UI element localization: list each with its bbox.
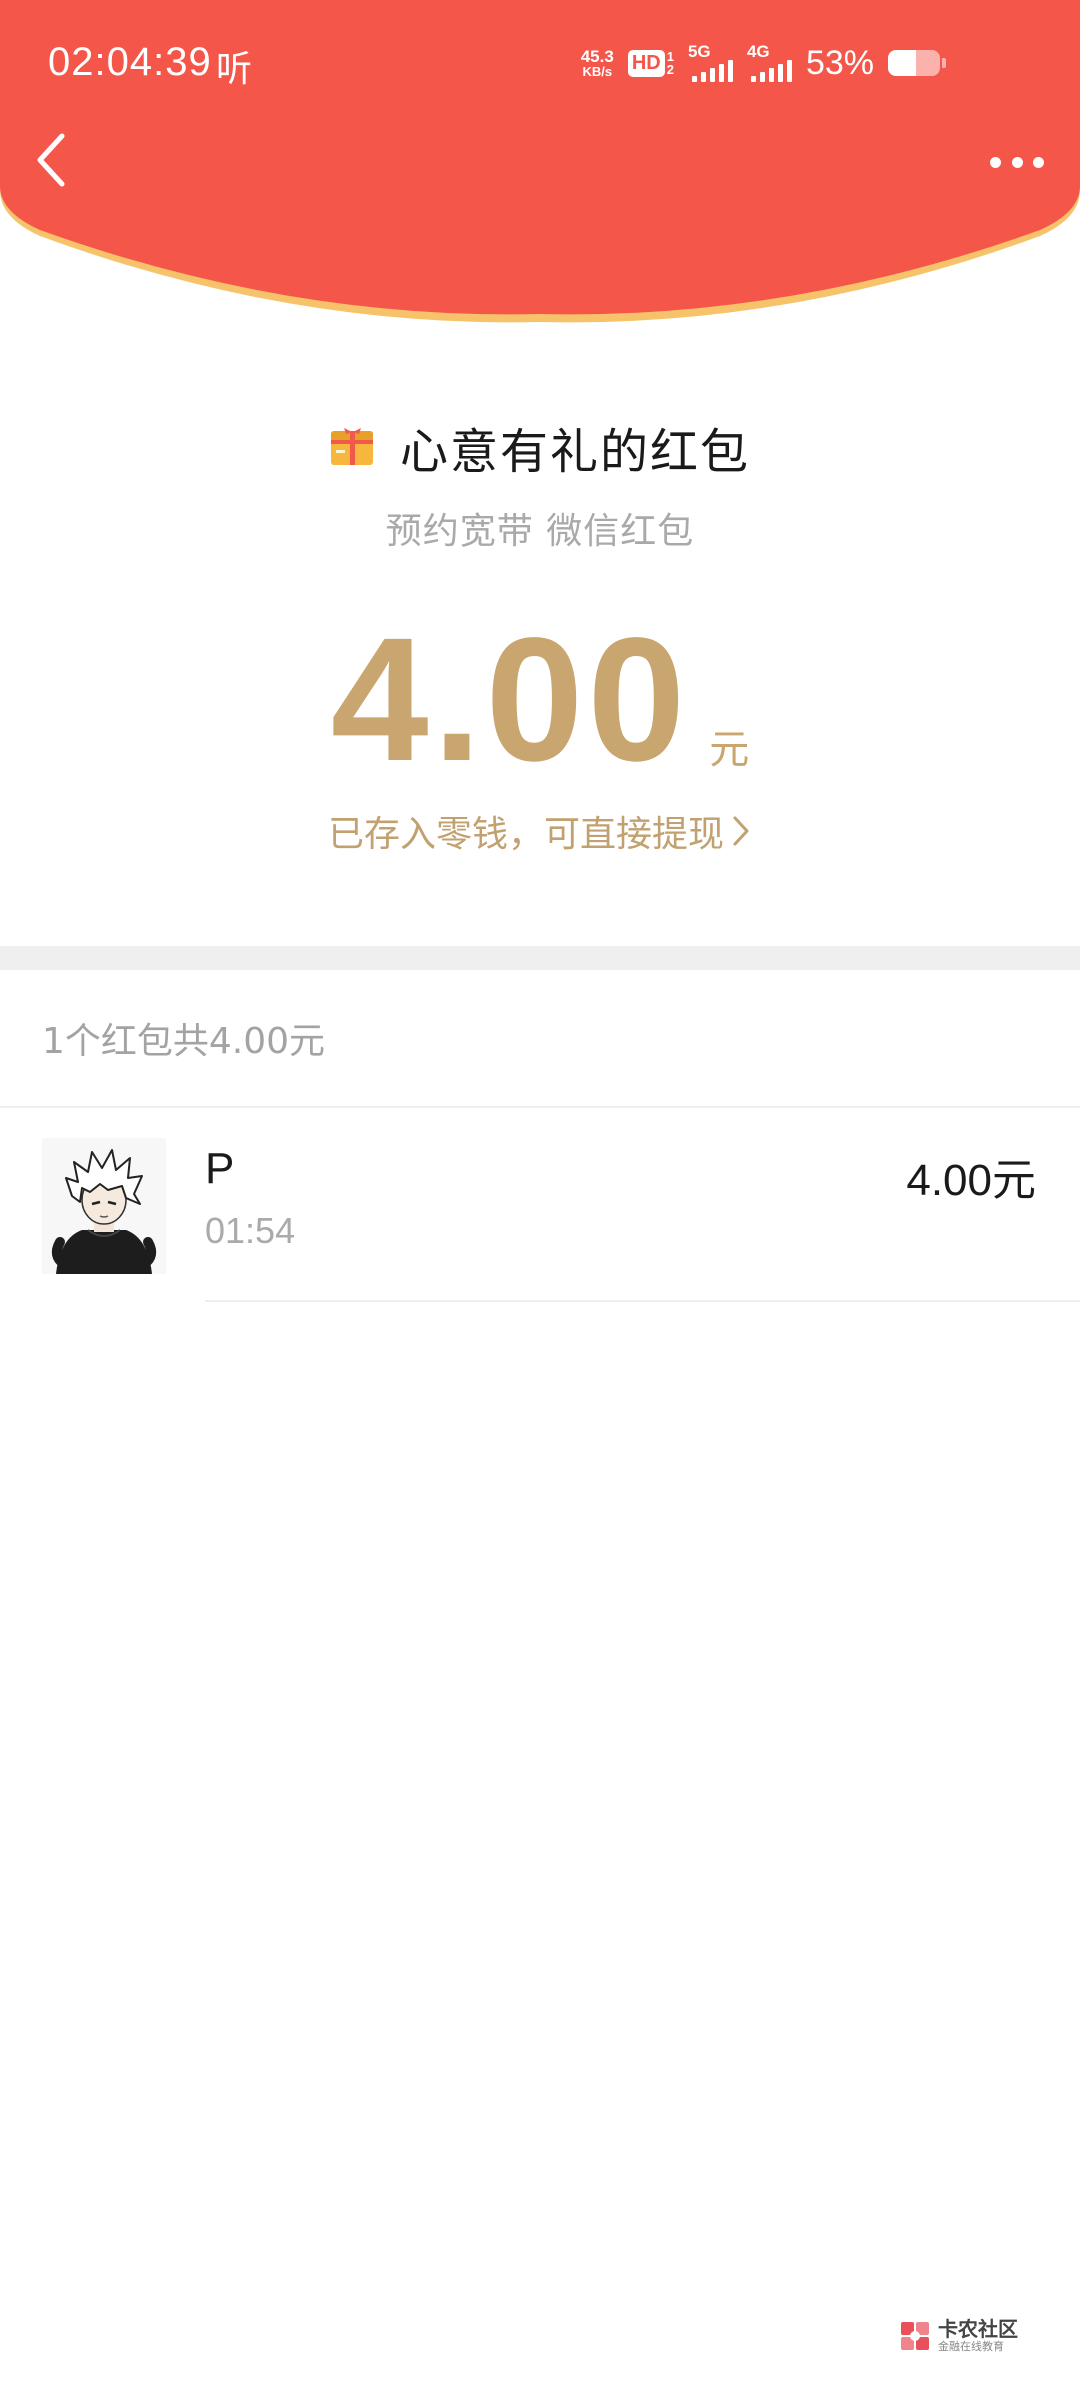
battery-icon [888,50,946,76]
gift-box-icon [330,428,373,465]
hd-sub-bottom: 2 [666,62,674,77]
status-time: 02:04:39 [48,40,212,84]
kanong-logo-icon [901,2321,929,2350]
battery-fill [888,50,916,76]
hd-voice-icon: HD 1 2 [627,49,674,77]
section-separator [0,946,1080,970]
hd-label: HD [627,49,665,77]
network-speed: 45.3 KB/s [581,48,614,78]
signal-bar [777,64,783,82]
packet-title-row: 心意有礼的红包 [0,412,1080,482]
signal-bar [768,68,774,82]
signal-bar [718,64,724,82]
packet-subtitle: 预约宽带 微信红包 [385,511,695,552]
signal-bar [727,60,733,82]
deposit-to-change-link[interactable]: 已存入零钱，可直接提现 [0,805,1080,857]
back-button[interactable] [30,130,74,190]
amount-value: 4.00 [330,602,690,798]
divider [205,1300,1080,1302]
amount-display: 4.00 元 [0,602,1080,798]
more-button[interactable] [982,140,1052,184]
listen-indicator: 听 [216,49,253,90]
anime-avatar-icon [42,1138,166,1274]
network-speed-value: 45.3 [580,47,614,66]
signal-bar [786,60,792,82]
packet-title: 心意有礼的红包 [399,424,750,480]
status-bar: 02:04:39 听 45.3 KB/s HD 1 2 5G 4G 53% [0,0,1080,120]
packet-summary: 1个红包共4.00元 [42,1021,326,1062]
receiver-list-item[interactable]: P 01:54 4.00元 [0,1108,1080,1302]
signal-4g-label: 4G [746,42,770,61]
more-dots-icon [990,156,1001,168]
battery-percent: 53% [805,43,874,82]
amount-unit: 元 [709,727,750,773]
signal-5g-label: 5G [687,42,711,61]
status-icons: 45.3 KB/s HD 1 2 5G 4G 53% [581,38,946,88]
watermark: 卡农社区 金融在线教育 [898,2318,1018,2353]
receiver-name: P [205,1144,235,1193]
watermark-main: 卡农社区 [938,2317,1018,2341]
signal-bar [691,76,697,82]
receive-time: 01:54 [205,1210,296,1251]
signal-bar [709,68,715,82]
watermark-sub: 金融在线教育 [938,2340,1004,2353]
red-packet-detail-page: 02:04:39 听 45.3 KB/s HD 1 2 5G 4G 53% 心意… [0,0,1080,2408]
deposit-text: 已存入零钱，可直接提现 [327,814,724,855]
network-speed-unit: KB/s [582,64,613,79]
chevron-right-icon [733,816,749,846]
signal-bar [759,72,765,82]
chevron-left-icon [37,133,65,187]
signal-bar [700,72,706,82]
signal-bar [750,76,756,82]
avatar[interactable] [42,1138,166,1274]
receive-amount: 4.00元 [906,1156,1036,1205]
signal-4g-icon: 4G [746,42,792,82]
signal-5g-icon: 5G [687,42,733,82]
